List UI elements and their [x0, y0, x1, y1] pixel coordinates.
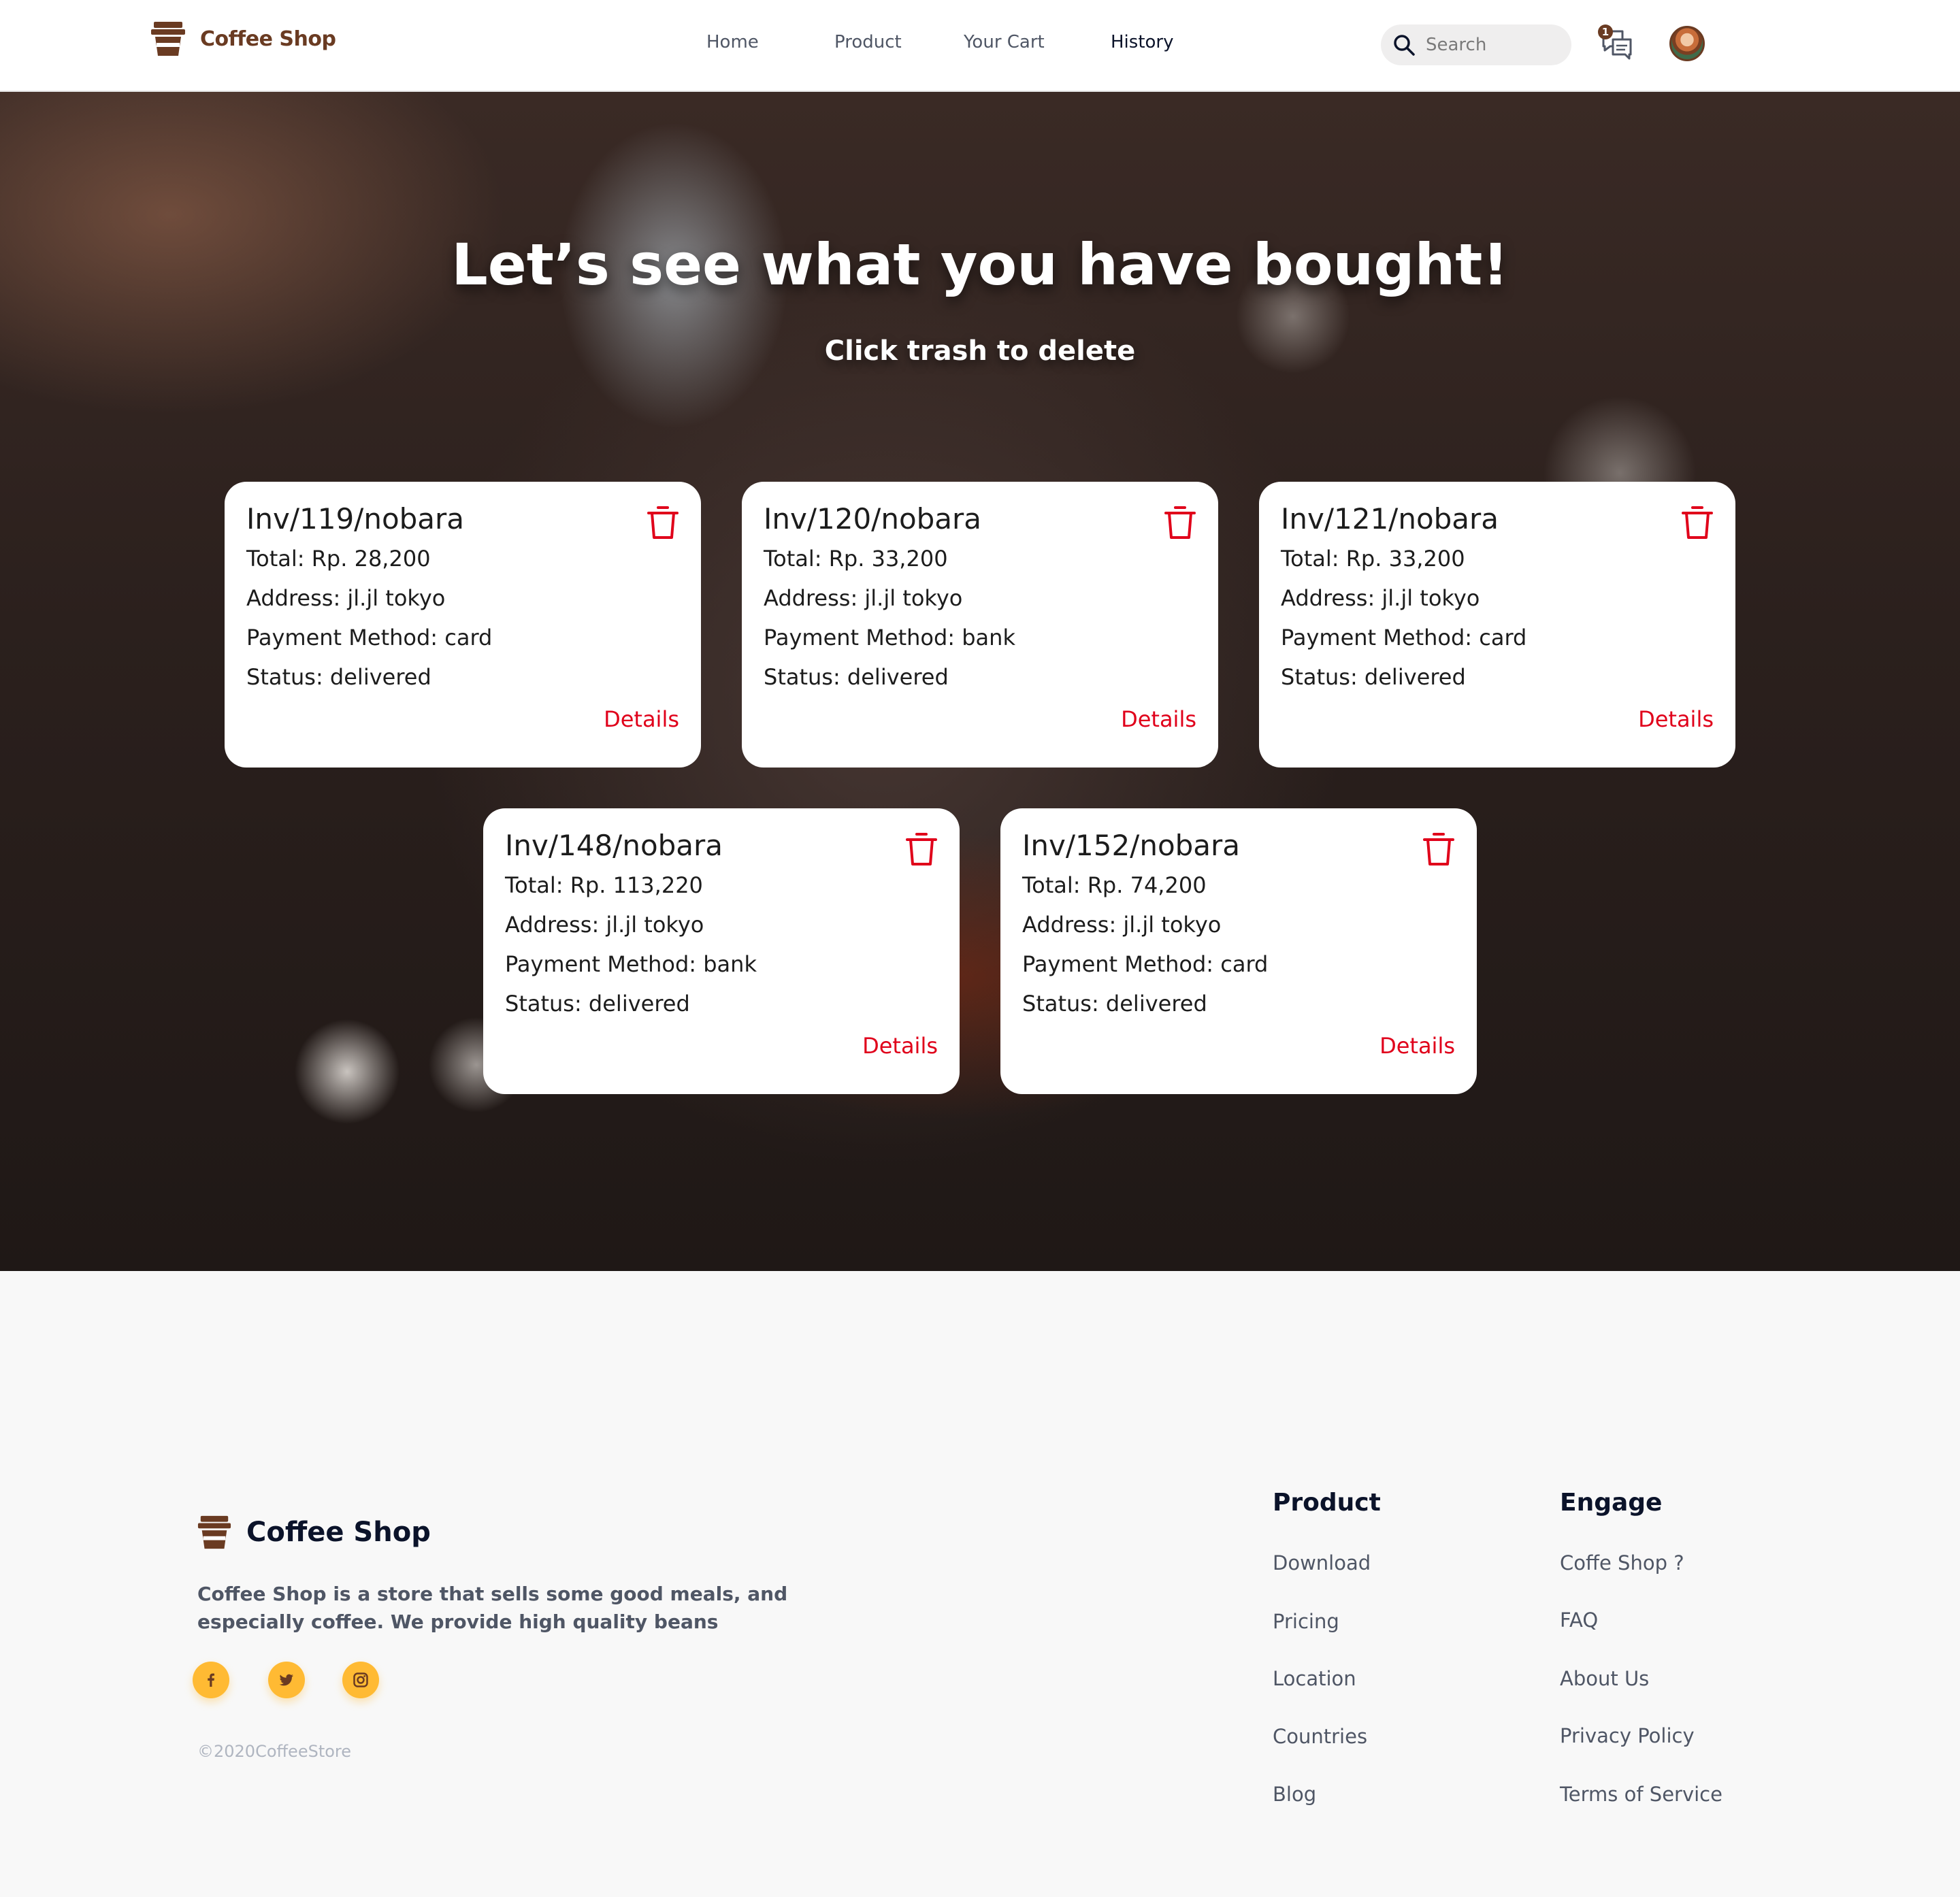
chat-button[interactable]: 1: [1598, 24, 1636, 63]
invoice-status: Status: delivered: [505, 991, 690, 1017]
details-link[interactable]: Details: [1379, 1033, 1455, 1059]
invoice-payment-method: Payment Method: card: [1281, 625, 1527, 650]
trash-icon[interactable]: [1164, 505, 1196, 540]
trash-icon[interactable]: [647, 505, 679, 540]
facebook-button[interactable]: [193, 1662, 229, 1698]
chat-badge: 1: [1598, 24, 1613, 39]
page-title: Let’s see what you have bought!: [451, 231, 1509, 298]
nav-history[interactable]: History: [1111, 32, 1174, 52]
footer-link-blog[interactable]: Blog: [1273, 1783, 1316, 1806]
coffee-cup-icon: [197, 1515, 231, 1549]
invoice-address: Address: jl.jl tokyo: [1022, 912, 1222, 938]
invoice-status: Status: delivered: [246, 664, 431, 690]
trash-icon[interactable]: [905, 831, 938, 867]
footer-engage-heading: Engage: [1560, 1489, 1663, 1517]
invoice-card: Inv/120/nobara Total: Rp. 33,200 Address…: [742, 482, 1218, 768]
invoice-card: Inv/121/nobara Total: Rp. 33,200 Address…: [1259, 482, 1735, 768]
nav-home[interactable]: Home: [706, 32, 759, 52]
details-link[interactable]: Details: [862, 1033, 938, 1059]
twitter-icon: [279, 1674, 293, 1686]
invoice-address: Address: jl.jl tokyo: [505, 912, 704, 938]
facebook-icon: [208, 1673, 214, 1687]
invoice-total: Total: Rp. 33,200: [1281, 546, 1465, 572]
nav-product[interactable]: Product: [834, 32, 902, 52]
details-link[interactable]: Details: [1638, 706, 1714, 732]
invoice-title: Inv/152/nobara: [1022, 829, 1241, 862]
invoice-payment-method: Payment Method: bank: [764, 625, 1015, 650]
invoice-status: Status: delivered: [1281, 664, 1466, 690]
brand-name: Coffee Shop: [200, 27, 336, 51]
twitter-button[interactable]: [268, 1662, 305, 1698]
invoice-title: Inv/120/nobara: [764, 502, 982, 535]
footer-link-about-us[interactable]: About Us: [1560, 1667, 1649, 1690]
copyright-text: ©2020CoffeeStore: [197, 1742, 352, 1761]
history-hero: Let’s see what you have bought! Click tr…: [0, 92, 1960, 1271]
brand-logo[interactable]: Coffee Shop: [151, 20, 336, 57]
instagram-icon: [353, 1672, 368, 1687]
footer-link-faq[interactable]: FAQ: [1560, 1609, 1598, 1632]
details-link[interactable]: Details: [604, 706, 679, 732]
footer-link-privacy-policy[interactable]: Privacy Policy: [1560, 1724, 1695, 1747]
details-link[interactable]: Details: [1121, 706, 1196, 732]
invoice-card: Inv/148/nobara Total: Rp. 113,220 Addres…: [483, 808, 960, 1094]
invoice-total: Total: Rp. 33,200: [764, 546, 948, 572]
invoice-card: Inv/119/nobara Total: Rp. 28,200 Address…: [225, 482, 701, 768]
footer-link-download[interactable]: Download: [1273, 1551, 1371, 1574]
invoice-status: Status: delivered: [1022, 991, 1207, 1017]
page-subtitle: Click trash to delete: [824, 335, 1136, 367]
invoice-address: Address: jl.jl tokyo: [1281, 585, 1480, 611]
instagram-button[interactable]: [342, 1662, 379, 1698]
footer-link-pricing[interactable]: Pricing: [1273, 1610, 1339, 1633]
footer-brand-name: Coffee Shop: [246, 1517, 431, 1548]
footer-brand[interactable]: Coffee Shop: [197, 1515, 431, 1550]
footer-description: Coffee Shop is a store that sells some g…: [197, 1583, 788, 1633]
coffee-cup-icon: [151, 22, 185, 56]
search-bar[interactable]: [1381, 24, 1571, 65]
user-avatar[interactable]: [1669, 26, 1705, 61]
trash-icon[interactable]: [1422, 831, 1455, 867]
invoice-total: Total: Rp. 28,200: [246, 546, 431, 572]
invoice-payment-method: Payment Method: card: [246, 625, 493, 650]
search-input[interactable]: [1426, 35, 1562, 55]
invoice-payment-method: Payment Method: card: [1022, 951, 1269, 977]
invoice-status: Status: delivered: [764, 664, 949, 690]
invoice-total: Total: Rp. 74,200: [1022, 872, 1207, 898]
footer-link-terms-of-service[interactable]: Terms of Service: [1560, 1783, 1722, 1806]
footer-link-countries[interactable]: Countries: [1273, 1725, 1367, 1748]
invoice-title: Inv/119/nobara: [246, 502, 465, 535]
nav-your-cart[interactable]: Your Cart: [964, 32, 1045, 52]
invoice-address: Address: jl.jl tokyo: [764, 585, 963, 611]
search-icon: [1394, 35, 1415, 56]
footer-link-coffee-shop[interactable]: Coffe Shop ?: [1560, 1551, 1684, 1574]
invoice-title: Inv/148/nobara: [505, 829, 723, 862]
invoice-title: Inv/121/nobara: [1281, 502, 1499, 535]
footer-link-location[interactable]: Location: [1273, 1667, 1356, 1690]
trash-icon[interactable]: [1681, 505, 1714, 540]
footer-product-heading: Product: [1273, 1489, 1381, 1517]
invoice-address: Address: jl.jl tokyo: [246, 585, 446, 611]
invoice-card: Inv/152/nobara Total: Rp. 74,200 Address…: [1000, 808, 1477, 1094]
invoice-total: Total: Rp. 113,220: [505, 872, 703, 898]
invoice-payment-method: Payment Method: bank: [505, 951, 757, 977]
top-navbar: Coffee Shop Home Product Your Cart Histo…: [0, 0, 1960, 92]
